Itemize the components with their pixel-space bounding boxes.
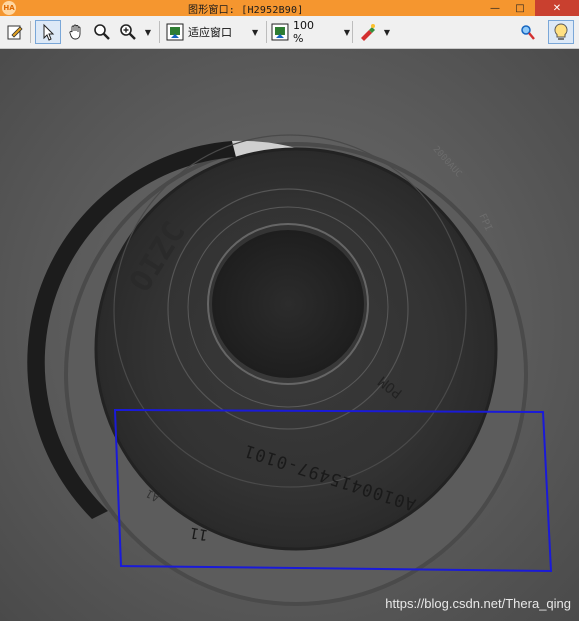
zoom-percent-select[interactable]: 100 % ▼ — [270, 19, 350, 45]
chevron-down-icon: ▼ — [252, 27, 259, 37]
toolbar-separator — [266, 21, 267, 43]
zoom-percent-icon — [271, 23, 289, 41]
inspect-icon — [521, 25, 535, 40]
hand-icon — [69, 24, 81, 40]
minimize-button[interactable]: — — [482, 0, 508, 16]
zoom-percent-label: 100 % — [292, 19, 314, 45]
toolbar-separator — [30, 21, 31, 43]
image-fit-icon — [166, 23, 184, 41]
inspect-button[interactable] — [514, 20, 540, 44]
maximize-button[interactable]: □ — [507, 0, 533, 16]
title-bar: HA 图形窗口: [H2952B90] — □ ✕ — [0, 0, 579, 16]
zoom-in-button[interactable] — [116, 20, 140, 44]
edit-button[interactable] — [4, 20, 26, 44]
fit-window-select[interactable]: 适应窗口 ▼ — [165, 20, 263, 44]
close-button[interactable]: ✕ — [535, 0, 579, 16]
pointer-tool-button[interactable] — [35, 20, 61, 44]
chevron-down-icon: ▼ — [383, 27, 391, 37]
part-image — [27, 134, 553, 606]
pan-tool-button[interactable] — [64, 20, 88, 44]
toolbar: ▼ 适应窗口 ▼ 100 % ▼ ▼ — [0, 16, 579, 49]
watermark: https://blog.csdn.net/Thera_qing — [385, 596, 571, 611]
light-toggle-button[interactable] — [548, 20, 574, 44]
image-canvas[interactable]: OIZC 2000AUC FPI POM A0100415497-0101 11… — [0, 49, 579, 621]
zoom-in-icon — [120, 24, 136, 40]
fit-window-label: 适应窗口 — [188, 26, 232, 39]
toolbar-separator — [352, 21, 353, 43]
color-tool-button[interactable] — [357, 20, 379, 44]
lightbulb-icon — [554, 23, 568, 40]
magnifier-icon — [94, 24, 110, 40]
color-tool-icon — [361, 24, 375, 41]
edit-icon — [7, 25, 23, 40]
toolbar-separator — [159, 21, 160, 43]
chevron-down-icon: ▼ — [343, 27, 350, 37]
color-tool-dropdown[interactable]: ▼ — [381, 20, 393, 44]
graphics-window: HA 图形窗口: [H2952B90] — □ ✕ ▼ 适应窗口 ▼ 100 %… — [0, 0, 579, 621]
chevron-down-icon: ▼ — [144, 27, 152, 37]
mark-11: 11 — [188, 523, 210, 545]
app-icon: HA — [2, 1, 16, 15]
center-hole — [212, 230, 364, 378]
pointer-icon — [43, 23, 55, 41]
zoom-dropdown[interactable]: ▼ — [142, 20, 154, 44]
window-title: 图形窗口: [H2952B90] — [188, 5, 304, 16]
magnify-tool-button[interactable] — [90, 20, 114, 44]
